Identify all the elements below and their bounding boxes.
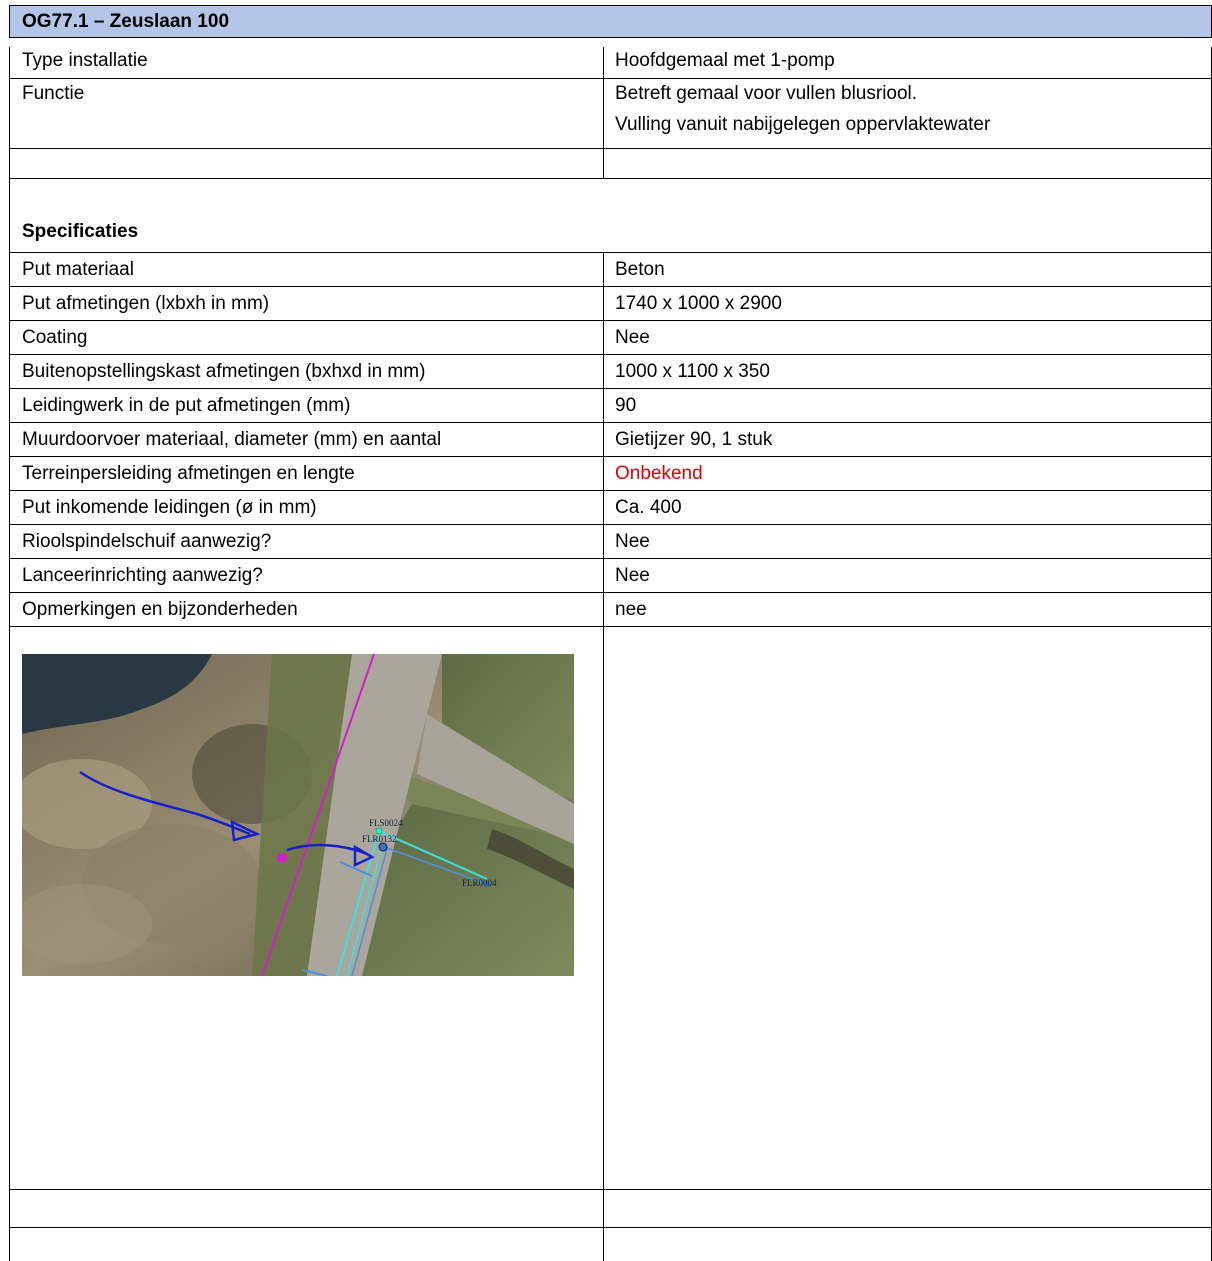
spec-value: Nee <box>615 531 650 552</box>
spec-label: Buitenopstellingskast afmetingen (bxhxd … <box>22 361 426 382</box>
spec-row: Muurdoorvoer materiaal, diameter (mm) en… <box>9 422 1212 456</box>
row-empty-2 <box>9 1189 1212 1227</box>
spec-value: nee <box>615 599 647 620</box>
label: Type installatie <box>22 50 148 71</box>
spec-label: Leidingwerk in de put afmetingen (mm) <box>22 395 351 416</box>
spec-label: Muurdoorvoer materiaal, diameter (mm) en… <box>22 429 442 450</box>
spec-value: Beton <box>615 259 665 280</box>
spec-row: Leidingwerk in de put afmetingen (mm) 90 <box>9 388 1212 422</box>
row-type-installatie: Type installatie Hoofdgemaal met 1-pomp <box>9 47 1212 78</box>
spec-value: Nee <box>615 327 650 348</box>
row-empty-1 <box>9 148 1212 178</box>
aerial-map-svg: FLS0024 FLR0132 FLR0004 <box>22 654 574 976</box>
spec-section-heading: Specificaties <box>9 178 1212 252</box>
spec-row: Opmerkingen en bijzonderheden nee <box>9 592 1212 626</box>
spec-row: Coating Nee <box>9 320 1212 354</box>
spec-value: 90 <box>615 395 637 416</box>
pink-marker <box>277 853 287 863</box>
spec-label: Opmerkingen en bijzonderheden <box>22 599 298 620</box>
map-label-flr0132: FLR0132 <box>362 834 397 844</box>
map-label-flr0004: FLR0004 <box>462 878 497 888</box>
spec-row: Rioolspindelschuif aanwezig? Nee <box>9 524 1212 558</box>
spec-label: Rioolspindelschuif aanwezig? <box>22 531 272 552</box>
spec-heading: Specificaties <box>22 221 139 242</box>
spec-row: Put afmetingen (lxbxh in mm) 1740 x 1000… <box>9 286 1212 320</box>
spec-label: Put materiaal <box>22 259 134 280</box>
aerial-map-image: FLS0024 FLR0132 FLR0004 <box>22 654 574 976</box>
spec-row: Put inkomende leidingen (ø in mm) Ca. 40… <box>9 490 1212 524</box>
value-line-1: Betreft gemaal voor vullen blusriool. <box>615 83 918 104</box>
spec-label: Coating <box>22 327 88 348</box>
spec-row: Buitenopstellingskast afmetingen (bxhxd … <box>9 354 1212 388</box>
spec-label: Lanceerinrichting aanwezig? <box>22 565 263 586</box>
sheet-header: OG77.1 – Zeuslaan 100 <box>9 5 1212 38</box>
sheet-title: OG77.1 – Zeuslaan 100 <box>22 11 230 32</box>
map-label-fls0024: FLS0024 <box>369 818 403 828</box>
spec-value: Ca. 400 <box>615 497 682 518</box>
spec-value: 1000 x 1100 x 350 <box>615 361 770 382</box>
value: Hoofdgemaal met 1-pomp <box>615 50 835 71</box>
spec-label: Put inkomende leidingen (ø in mm) <box>22 497 317 518</box>
label: Functie <box>22 83 85 104</box>
spec-row: Put materiaal Beton <box>9 252 1212 286</box>
node-flr0132 <box>378 842 388 852</box>
spec-value: 1740 x 1000 x 2900 <box>615 293 782 314</box>
spec-value: Nee <box>615 565 650 586</box>
value-line-2: Vulling vanuit nabijgelegen oppervlaktew… <box>615 114 991 135</box>
row-functie: Functie Betreft gemaal voor vullen blusr… <box>9 78 1212 148</box>
spec-label: Put afmetingen (lxbxh in mm) <box>22 293 270 314</box>
spec-value: Gietijzer 90, 1 stuk <box>615 429 773 450</box>
spec-row: Lanceerinrichting aanwezig? Nee <box>9 558 1212 592</box>
spec-row: Terreinpersleiding afmetingen en lengte … <box>9 456 1212 490</box>
spec-value-alert: Onbekend <box>615 463 703 484</box>
spec-label: Terreinpersleiding afmetingen en lengte <box>22 463 355 484</box>
